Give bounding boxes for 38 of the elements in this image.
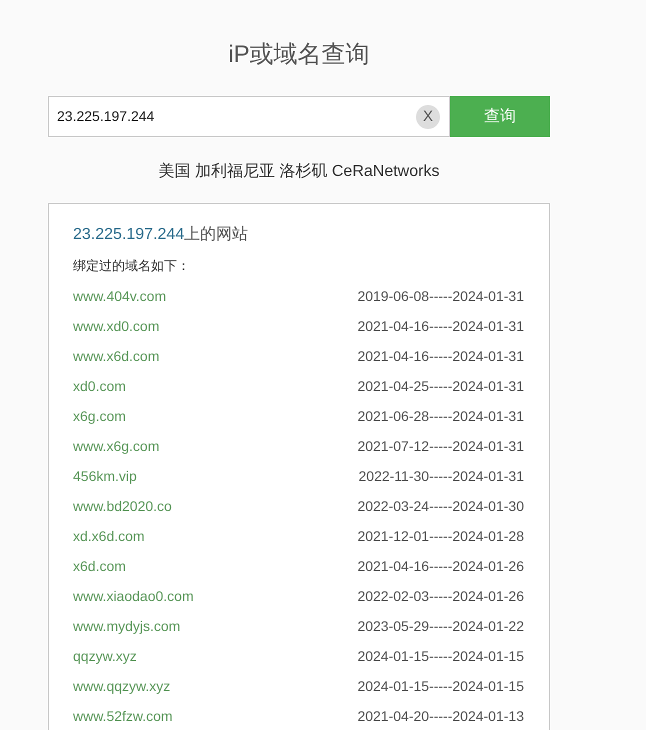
date-range: 2024-01-15-----2024-01-15 bbox=[357, 677, 524, 696]
date-range: 2021-04-20-----2024-01-13 bbox=[357, 707, 524, 726]
date-range: 2022-02-03-----2024-01-26 bbox=[357, 587, 524, 606]
date-range: 2021-12-01-----2024-01-28 bbox=[357, 527, 524, 546]
domain-link[interactable]: x6g.com bbox=[73, 406, 126, 426]
date-range: 2021-04-16-----2024-01-26 bbox=[357, 557, 524, 576]
search-button[interactable]: 查询 bbox=[450, 96, 550, 137]
clear-button[interactable]: X bbox=[416, 104, 440, 128]
date-range: 2024-01-15-----2024-01-15 bbox=[357, 647, 524, 666]
domain-link[interactable]: www.x6d.com bbox=[73, 346, 160, 366]
heading-text: 上的网站 bbox=[184, 224, 248, 245]
date-range: 2022-11-30-----2024-01-31 bbox=[358, 467, 524, 486]
date-range: 2021-04-16-----2024-01-31 bbox=[357, 347, 524, 366]
domain-link[interactable]: qqzyw.xyz bbox=[73, 646, 137, 666]
domain-link[interactable]: www.52fzw.com bbox=[73, 706, 173, 726]
subtitle-text: 绑定过的域名如下： bbox=[73, 257, 190, 275]
domain-link[interactable]: xd.x6d.com bbox=[73, 526, 145, 546]
date-range: 2023-05-29-----2024-01-22 bbox=[357, 617, 524, 636]
date-range: 2021-07-12-----2024-01-31 bbox=[357, 437, 524, 456]
location-text: 美国 加利福尼亚 洛杉矶 CeRaNetworks bbox=[158, 162, 440, 182]
domain-link[interactable]: www.mydyjs.com bbox=[73, 616, 180, 636]
ip-link[interactable]: 23.225.197.244 bbox=[73, 223, 184, 247]
date-range: 2021-04-25-----2024-01-31 bbox=[357, 377, 524, 396]
domain-link[interactable]: www.xiaodao0.com bbox=[73, 586, 194, 606]
page-title: iP或域名查询 bbox=[228, 40, 370, 70]
domain-link[interactable]: x6d.com bbox=[73, 556, 126, 576]
domain-link[interactable]: www.404v.com bbox=[73, 286, 166, 306]
domain-link[interactable]: 456km.vip bbox=[73, 466, 137, 486]
domain-link[interactable]: www.bd2020.co bbox=[73, 496, 172, 516]
date-range: 2021-06-28-----2024-01-31 bbox=[357, 407, 524, 426]
domain-link[interactable]: www.qqzyw.xyz bbox=[73, 676, 170, 696]
domain-link[interactable]: www.xd0.com bbox=[73, 316, 160, 336]
domain-link[interactable]: xd0.com bbox=[73, 376, 126, 396]
domain-link[interactable]: www.x6g.com bbox=[73, 436, 160, 456]
date-range: 2022-03-24-----2024-01-30 bbox=[357, 497, 524, 516]
date-range: 2021-04-16-----2024-01-31 bbox=[357, 317, 524, 336]
date-range: 2019-06-08-----2024-01-31 bbox=[357, 287, 524, 306]
search-field[interactable]: 23.225.197.244 X bbox=[48, 96, 450, 137]
